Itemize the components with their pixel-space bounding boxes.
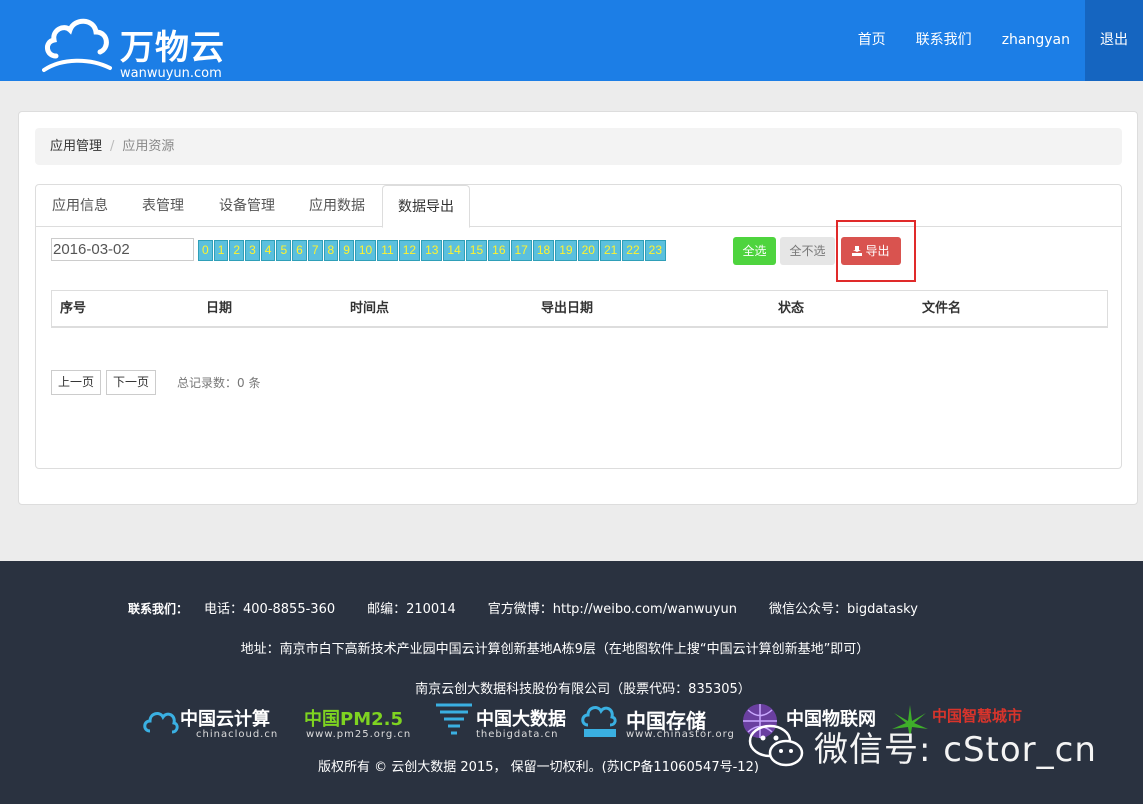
partner-title: 中国云计算 — [180, 709, 270, 730]
hour-button[interactable]: 12 — [398, 240, 421, 261]
footer-contact: 联系我们： 电话：400-8855-360 邮编：210014 官方微博：htt… — [128, 598, 950, 617]
footer-address: 地址：南京市白下高新技术产业园中国云计算创新基地A栋9层（在地图软件上搜“中国云… — [240, 642, 870, 657]
partner-domain: thebigdata.cn — [476, 729, 559, 740]
hour-selector: 0 1 2 3 4 5 6 7 8 9 10 11 12 13 14 15 16 17 18 19 20 21 22 23 — [198, 240, 667, 261]
hour-button[interactable]: 10 — [354, 240, 377, 261]
tornado-icon — [436, 703, 472, 735]
tab-app-data[interactable]: 应用数据 — [292, 185, 382, 227]
hour-button[interactable]: 14 — [443, 240, 465, 261]
hour-button[interactable]: 2 — [229, 240, 245, 261]
footer-copyright: 版权所有 © 云创大数据 2015， 保留一切权利。(苏ICP备11060547… — [318, 760, 759, 775]
hour-button[interactable]: 18 — [532, 240, 555, 261]
breadcrumb: 应用管理 / 应用资源 — [35, 128, 1122, 165]
hour-button[interactable]: 9 — [339, 240, 354, 261]
column-header-filename: 文件名 — [922, 301, 962, 316]
hour-button[interactable]: 4 — [260, 240, 276, 261]
hour-button[interactable]: 20 — [577, 240, 599, 261]
contact-phone: 电话：400-8855-360 — [204, 602, 336, 617]
contact-weibo[interactable]: 官方微博：http://weibo.com/wanwuyun — [488, 598, 737, 617]
column-header-date: 日期 — [206, 301, 233, 316]
partner-domain: www.chinastor.org — [626, 729, 735, 740]
wechat-icon — [748, 724, 804, 767]
partner-logo-bigdata[interactable]: 中国大数据 thebigdata.cn — [434, 699, 566, 744]
tab-container: 应用信息 表管理 设备管理 应用数据 数据导出 0123456789101112… — [35, 184, 1122, 469]
hour-button[interactable]: 3 — [245, 240, 260, 261]
column-header-export-date: 导出日期 — [541, 301, 594, 316]
tab-data-export[interactable]: 数据导出 — [382, 185, 470, 228]
hour-button[interactable]: 7 — [307, 240, 323, 261]
column-header-time: 时间点 — [350, 301, 390, 316]
total-records: 总记录数：0 条 — [177, 376, 261, 390]
hour-button[interactable]: 16 — [488, 240, 510, 261]
contact-zip: 邮编：210014 — [367, 602, 456, 617]
main-panel: 应用管理/应用资源 应用信息 表管理 设备管理 应用数据 数据导出 012345… — [18, 111, 1138, 505]
footer: 联系我们： 电话：400-8855-360 邮编：210014 官方微博：htt… — [0, 561, 1143, 804]
prev-page-button[interactable]: 上一页 — [51, 370, 102, 395]
tab-app-info[interactable]: 应用信息 — [36, 185, 124, 227]
hour-button[interactable]: 23 — [644, 240, 667, 261]
hour-button[interactable]: 1 — [213, 240, 229, 261]
select-all-button[interactable]: 全选 — [733, 237, 776, 265]
storage-cloud-icon — [581, 706, 617, 737]
logout-button[interactable]: 退出 — [1085, 0, 1143, 81]
cloud-logo-icon — [42, 18, 112, 72]
column-header-index: 序号 — [60, 301, 87, 316]
footer-company: 南京云创大数据科技股份有限公司（股票代码：835305） — [415, 682, 751, 697]
partner-domain: chinacloud.cn — [196, 729, 279, 740]
nav-contact[interactable]: 联系我们 — [901, 0, 987, 81]
tab-bar: 应用信息 表管理 设备管理 应用数据 数据导出 — [36, 185, 1121, 228]
hour-button[interactable]: 5 — [276, 240, 292, 261]
hour-button[interactable]: 0 — [198, 240, 213, 261]
partner-logo-chinacloud[interactable]: 中国云计算 chinacloud.cn — [140, 699, 290, 744]
hour-button[interactable]: 6 — [292, 240, 307, 261]
brand-domain: wanwuyun.com — [120, 66, 222, 81]
wechat-watermark: 微信号: cStor_cn — [748, 721, 1097, 771]
nav-home[interactable]: 首页 — [843, 0, 901, 81]
brand-name: 万物云 — [120, 28, 225, 68]
tab-table-management[interactable]: 表管理 — [124, 185, 202, 227]
partner-logo-chinastor[interactable]: 中国存储 www.chinastor.org — [580, 699, 734, 744]
export-button-label: 导出 — [865, 244, 890, 258]
hour-button[interactable]: 15 — [465, 240, 488, 261]
partner-title: 中国PM2.5 — [304, 709, 403, 730]
pagination: 上一页 下一页 总记录数：0 条 — [51, 370, 260, 395]
breadcrumb-separator: / — [110, 139, 115, 154]
partner-logo-pm25[interactable]: 中国PM2.5 www.pm25.org.cn — [304, 699, 419, 744]
hour-button[interactable]: 21 — [599, 240, 622, 261]
export-date-input[interactable] — [51, 238, 194, 261]
contact-label: 联系我们： — [128, 602, 189, 616]
breadcrumb-app-management[interactable]: 应用管理 — [50, 139, 102, 154]
tab-device-management[interactable]: 设备管理 — [202, 185, 292, 227]
next-page-button[interactable]: 下一页 — [106, 370, 157, 395]
partner-domain: www.pm25.org.cn — [306, 729, 412, 740]
nav-user[interactable]: zhangyan — [987, 0, 1085, 81]
brand-logo[interactable]: 万物云 wanwuyun.com — [42, 12, 242, 81]
hour-button[interactable]: 13 — [421, 240, 443, 261]
cloud-icon — [143, 712, 179, 734]
export-button[interactable]: 导出 — [841, 237, 901, 265]
export-icon — [852, 246, 863, 256]
partner-title: 中国大数据 — [476, 709, 566, 730]
hour-button[interactable]: 22 — [622, 240, 644, 261]
column-header-status: 状态 — [778, 301, 805, 316]
breadcrumb-current: 应用资源 — [122, 139, 175, 154]
top-navbar: 万物云 wanwuyun.com 首页 联系我们 zhangyan 退出 — [0, 0, 1143, 81]
main-nav: 首页 联系我们 zhangyan 退出 — [843, 0, 1143, 81]
hour-button[interactable]: 17 — [510, 240, 532, 261]
hour-button[interactable]: 8 — [323, 240, 339, 261]
hour-button[interactable]: 19 — [555, 240, 577, 261]
wechat-id: 微信号: cStor_cn — [814, 729, 1097, 770]
select-none-button[interactable]: 全不选 — [780, 237, 835, 265]
contact-wechat: 微信公众号：bigdatasky — [768, 602, 918, 617]
export-table: 序号 日期 时间点 导出日期 状态 文件名 — [51, 290, 1108, 328]
hour-button[interactable]: 11 — [377, 240, 398, 261]
